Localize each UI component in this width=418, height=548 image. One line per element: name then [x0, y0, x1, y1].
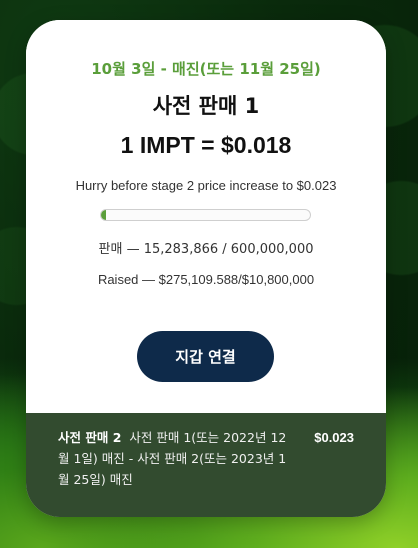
presale-date-range: 10월 3일 - 매진(또는 11월 25일): [91, 60, 321, 78]
presale-panel: 10월 3일 - 매진(또는 11월 25일) 사전 판매 1 1 IMPT =…: [26, 20, 386, 413]
sale-progress-fill: [101, 210, 107, 220]
next-stage-info: 사전 판매 2 사전 판매 1(또는 2022년 12 월 1일) 매진 - 사전…: [58, 427, 358, 490]
next-stage-desc-line1: 사전 판매 1(또는 2022년 12: [129, 430, 287, 445]
presale-card: 10월 3일 - 매진(또는 11월 25일) 사전 판매 1 1 IMPT =…: [26, 20, 386, 517]
connect-wallet-button[interactable]: 지갑 연결: [137, 331, 274, 382]
presale-title: 사전 판매 1: [152, 94, 260, 118]
price-increase-notice: Hurry before stage 2 price increase to $…: [75, 178, 337, 193]
tokens-sold: 판매 — 15,283,866 / 600,000,000: [98, 242, 314, 257]
next-stage-name: 사전 판매 2: [58, 430, 122, 445]
token-price: 1 IMPT = $0.018: [120, 132, 292, 158]
next-stage-price: $0.023: [314, 430, 354, 445]
next-stage-panel: 사전 판매 2 사전 판매 1(또는 2022년 12 월 1일) 매진 - 사전…: [26, 413, 386, 517]
next-stage-desc-line2: 월 1일) 매진 - 사전 판매 2(또는 2023년 1: [58, 451, 287, 466]
amount-raised: Raised — $275,109.588/$10,800,000: [97, 272, 315, 287]
sale-progress-bar: [100, 209, 311, 221]
next-stage-desc-line3: 월 25일) 매진: [58, 472, 133, 487]
